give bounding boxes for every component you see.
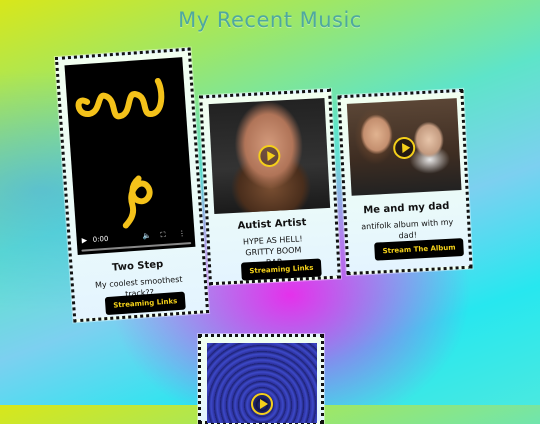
card-title: Me and my dad [363, 200, 450, 217]
video-thumbnail[interactable] [346, 98, 462, 196]
page-title: My Recent Music [178, 8, 362, 32]
video-player[interactable]: ▶ 0:00 🔈 ⛶ ⋮ [64, 57, 196, 255]
streaming-links-button[interactable]: Streaming Links [240, 258, 322, 281]
time-display: 0:00 [92, 234, 109, 244]
play-icon[interactable]: ▶ [81, 236, 87, 244]
video-thumbnail[interactable] [207, 343, 317, 423]
more-vert-icon[interactable]: ⋮ [178, 229, 186, 237]
volume-icon[interactable]: 🔈 [142, 232, 151, 241]
play-button[interactable] [251, 393, 273, 415]
music-card-two-step: ▶ 0:00 🔈 ⛶ ⋮ Two Step My coolest smoothe… [54, 47, 210, 323]
music-card-autist-artist: Autist Artist HYPE AS HELL! GRITTY BOOM … [199, 88, 341, 286]
play-button[interactable] [392, 136, 416, 160]
music-card-partial [198, 334, 324, 424]
stream-album-button[interactable]: Stream The Album [374, 238, 465, 261]
video-thumbnail[interactable] [208, 98, 331, 214]
card-title: Autist Artist [237, 217, 307, 232]
play-button[interactable] [257, 144, 281, 168]
music-card-me-and-my-dad: Me and my dad antifolk album with my dad… [337, 88, 473, 276]
fullscreen-icon[interactable]: ⛶ [160, 231, 166, 240]
